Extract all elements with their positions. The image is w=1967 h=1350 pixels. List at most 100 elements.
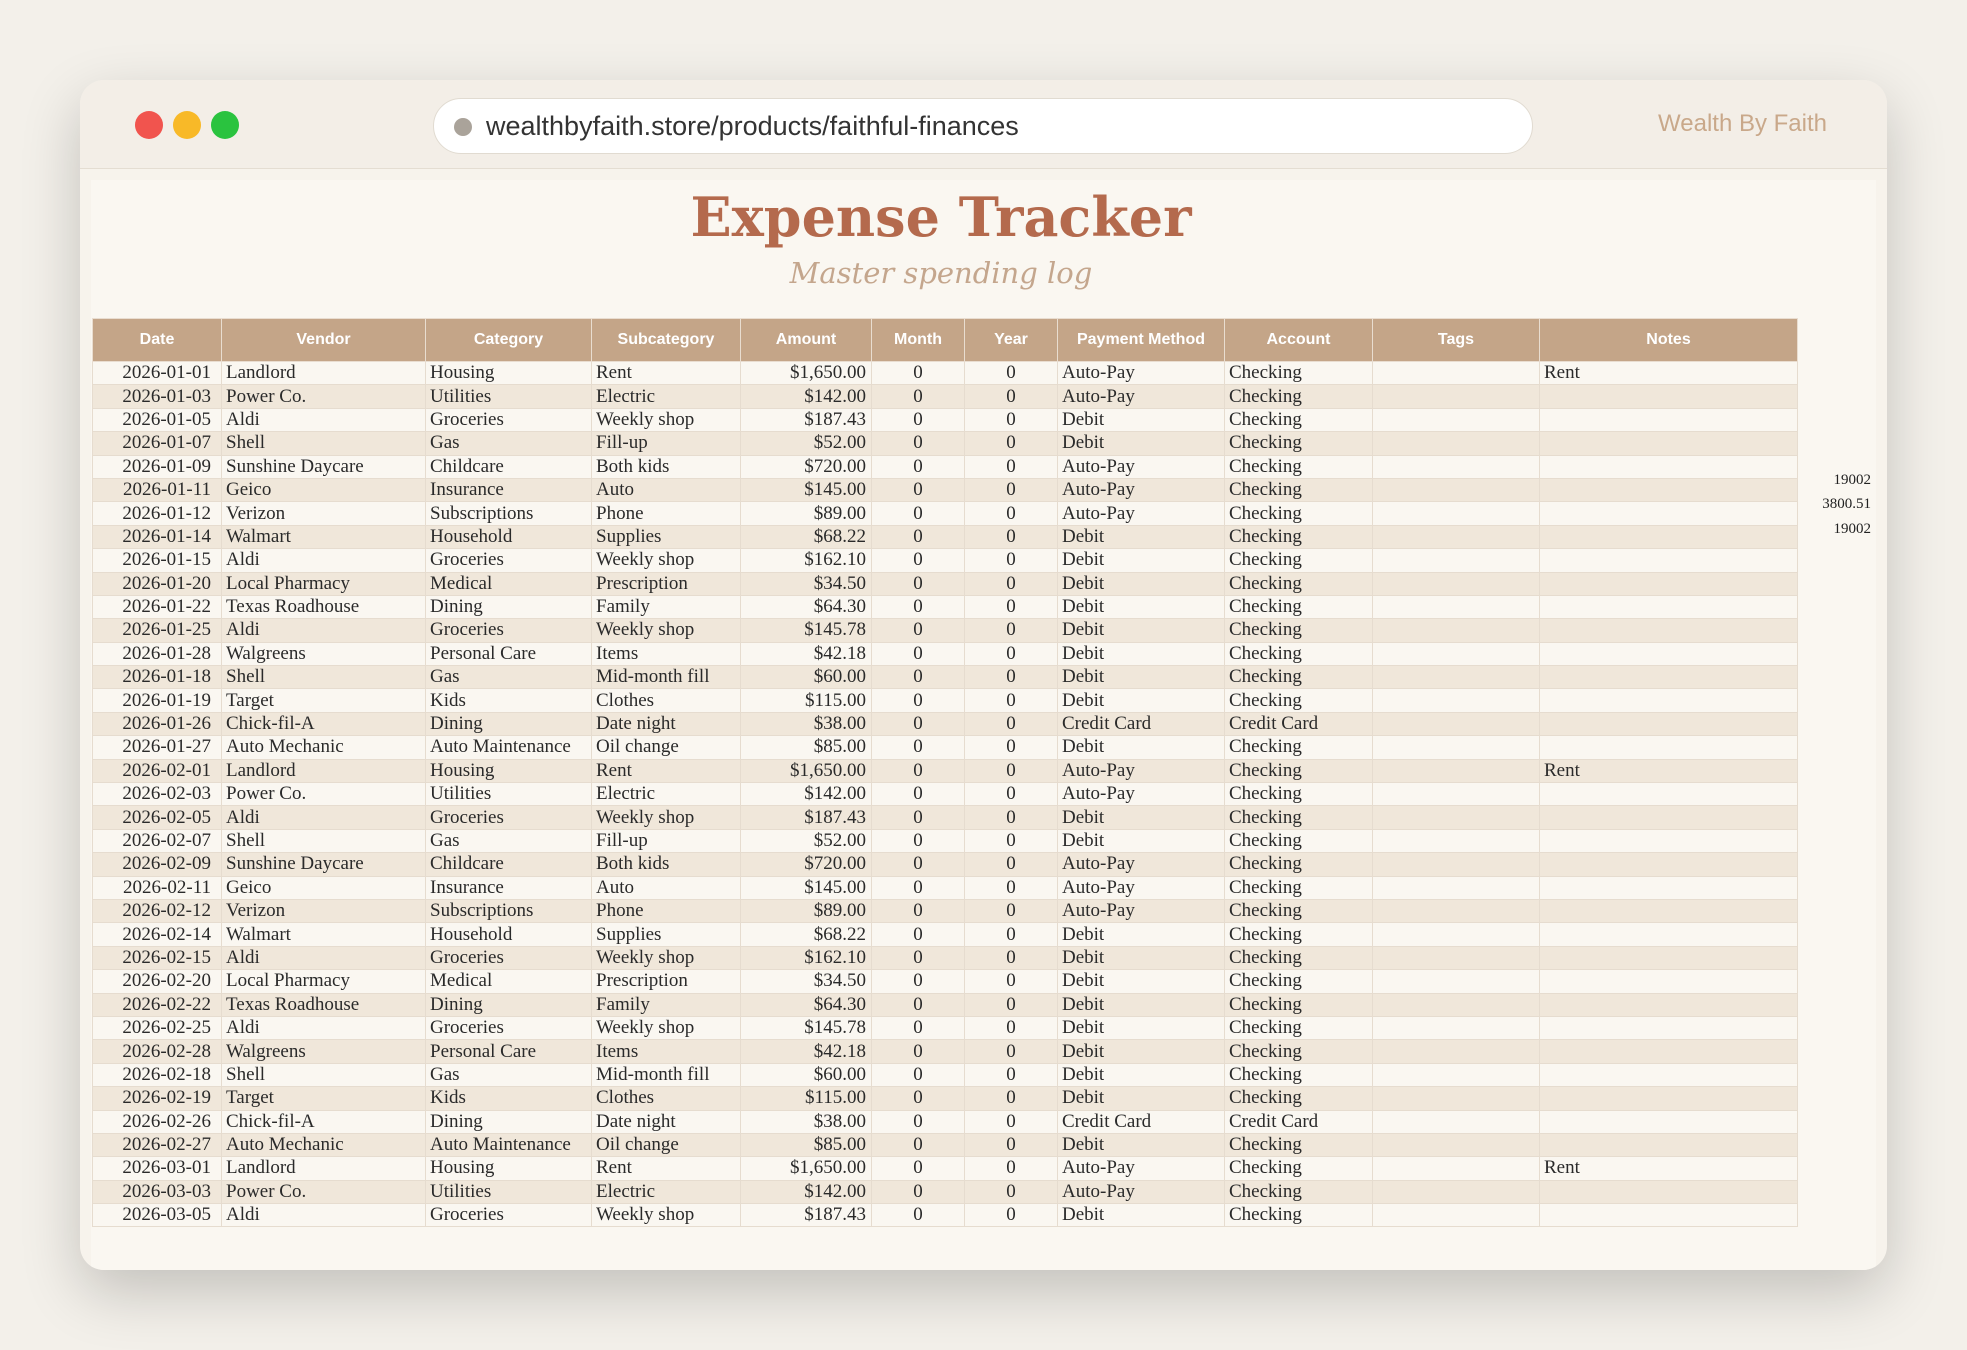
cell-date[interactable]: 2026-02-19 xyxy=(92,1086,222,1111)
cell-account[interactable]: Checking xyxy=(1224,407,1373,433)
cell-amount[interactable]: $60.00 xyxy=(740,1062,872,1088)
cell-account[interactable]: Checking xyxy=(1224,1132,1373,1158)
cell-account[interactable]: Checking xyxy=(1224,1062,1373,1088)
cell-date[interactable]: 2026-03-01 xyxy=(92,1156,222,1181)
cell-date[interactable]: 2026-01-22 xyxy=(92,594,222,620)
site-info-icon[interactable] xyxy=(454,118,472,136)
cell-category[interactable]: Utilities xyxy=(425,1179,592,1205)
cell-notes[interactable] xyxy=(1539,1039,1798,1064)
cell-year[interactable]: 0 xyxy=(964,1179,1058,1205)
cell-year[interactable]: 0 xyxy=(964,688,1058,713)
cell-subcategory[interactable]: Rent xyxy=(591,758,741,784)
cell-category[interactable]: Auto Maintenance xyxy=(425,1132,592,1158)
cell-amount[interactable]: $89.00 xyxy=(740,501,872,526)
cell-account[interactable]: Checking xyxy=(1224,618,1373,643)
cell-notes[interactable] xyxy=(1539,922,1798,947)
cell-account[interactable]: Checking xyxy=(1224,571,1373,596)
cell-amount[interactable]: $115.00 xyxy=(740,688,872,713)
cell-payment-method[interactable]: Auto-Pay xyxy=(1057,454,1225,479)
cell-tags[interactable] xyxy=(1372,1109,1540,1134)
cell-subcategory[interactable]: Weekly shop xyxy=(591,1015,741,1041)
cell-notes[interactable] xyxy=(1539,1132,1798,1158)
cell-account[interactable]: Checking xyxy=(1224,688,1373,713)
cell-amount[interactable]: $85.00 xyxy=(740,1132,872,1158)
cell-vendor[interactable]: Verizon xyxy=(221,501,426,526)
cell-category[interactable]: Gas xyxy=(425,665,592,690)
cell-account[interactable]: Checking xyxy=(1224,735,1373,760)
cell-payment-method[interactable]: Debit xyxy=(1057,618,1225,643)
cell-vendor[interactable]: Verizon xyxy=(221,898,426,924)
cell-month[interactable]: 0 xyxy=(871,735,965,760)
cell-date[interactable]: 2026-02-20 xyxy=(92,969,222,994)
cell-date[interactable]: 2026-01-18 xyxy=(92,665,222,690)
cell-notes[interactable] xyxy=(1539,548,1798,573)
cell-payment-method[interactable]: Debit xyxy=(1057,1039,1225,1064)
cell-payment-method[interactable]: Auto-Pay xyxy=(1057,875,1225,900)
maximize-window-button[interactable] xyxy=(211,111,239,139)
cell-category[interactable]: Household xyxy=(425,524,592,550)
cell-category[interactable]: Dining xyxy=(425,594,592,620)
cell-account[interactable]: Checking xyxy=(1224,454,1373,479)
cell-account[interactable]: Checking xyxy=(1224,1179,1373,1205)
cell-amount[interactable]: $52.00 xyxy=(740,828,872,854)
cell-date[interactable]: 2026-02-25 xyxy=(92,1015,222,1041)
cell-tags[interactable] xyxy=(1372,782,1540,807)
cell-subcategory[interactable]: Clothes xyxy=(591,1086,741,1111)
cell-date[interactable]: 2026-01-09 xyxy=(92,454,222,479)
cell-account[interactable]: Checking xyxy=(1224,524,1373,550)
cell-amount[interactable]: $142.00 xyxy=(740,1179,872,1205)
cell-notes[interactable] xyxy=(1539,1015,1798,1041)
cell-amount[interactable]: $42.18 xyxy=(740,641,872,667)
cell-vendor[interactable]: Geico xyxy=(221,875,426,900)
cell-month[interactable]: 0 xyxy=(871,1179,965,1205)
cell-date[interactable]: 2026-02-27 xyxy=(92,1132,222,1158)
cell-category[interactable]: Groceries xyxy=(425,1015,592,1041)
cell-subcategory[interactable]: Date night xyxy=(591,711,741,737)
cell-category[interactable]: Insurance xyxy=(425,875,592,900)
cell-vendor[interactable]: Aldi xyxy=(221,1203,426,1228)
cell-payment-method[interactable]: Debit xyxy=(1057,571,1225,596)
cell-amount[interactable]: $38.00 xyxy=(740,711,872,737)
cell-payment-method[interactable]: Debit xyxy=(1057,922,1225,947)
cell-date[interactable]: 2026-03-03 xyxy=(92,1179,222,1205)
cell-year[interactable]: 0 xyxy=(964,360,1058,386)
cell-payment-method[interactable]: Debit xyxy=(1057,548,1225,573)
cell-date[interactable]: 2026-01-07 xyxy=(92,431,222,456)
cell-date[interactable]: 2026-02-26 xyxy=(92,1109,222,1134)
cell-payment-method[interactable]: Auto-Pay xyxy=(1057,782,1225,807)
cell-payment-method[interactable]: Debit xyxy=(1057,1203,1225,1228)
cell-category[interactable]: Groceries xyxy=(425,618,592,643)
cell-payment-method[interactable]: Debit xyxy=(1057,805,1225,830)
cell-vendor[interactable]: Texas Roadhouse xyxy=(221,992,426,1017)
cell-subcategory[interactable]: Auto xyxy=(591,875,741,900)
cell-category[interactable]: Subscriptions xyxy=(425,501,592,526)
cell-payment-method[interactable]: Debit xyxy=(1057,665,1225,690)
cell-vendor[interactable]: Landlord xyxy=(221,360,426,386)
minimize-window-button[interactable] xyxy=(173,111,201,139)
cell-year[interactable]: 0 xyxy=(964,641,1058,667)
cell-year[interactable]: 0 xyxy=(964,1156,1058,1181)
cell-payment-method[interactable]: Auto-Pay xyxy=(1057,1179,1225,1205)
cell-date[interactable]: 2026-01-26 xyxy=(92,711,222,737)
cell-tags[interactable] xyxy=(1372,1203,1540,1228)
cell-category[interactable]: Childcare xyxy=(425,454,592,479)
column-header-month[interactable]: Month xyxy=(871,318,965,362)
cell-subcategory[interactable]: Phone xyxy=(591,898,741,924)
cell-notes[interactable] xyxy=(1539,828,1798,854)
cell-notes[interactable] xyxy=(1539,1203,1798,1228)
cell-amount[interactable]: $1,650.00 xyxy=(740,1156,872,1181)
cell-month[interactable]: 0 xyxy=(871,501,965,526)
cell-vendor[interactable]: Texas Roadhouse xyxy=(221,594,426,620)
cell-date[interactable]: 2026-01-28 xyxy=(92,641,222,667)
cell-tags[interactable] xyxy=(1372,477,1540,503)
cell-amount[interactable]: $145.78 xyxy=(740,618,872,643)
cell-vendor[interactable]: Chick-fil-A xyxy=(221,711,426,737)
cell-month[interactable]: 0 xyxy=(871,1015,965,1041)
cell-month[interactable]: 0 xyxy=(871,524,965,550)
cell-tags[interactable] xyxy=(1372,1062,1540,1088)
cell-month[interactable]: 0 xyxy=(871,875,965,900)
cell-category[interactable]: Personal Care xyxy=(425,1039,592,1064)
cell-payment-method[interactable]: Auto-Pay xyxy=(1057,501,1225,526)
cell-tags[interactable] xyxy=(1372,501,1540,526)
cell-tags[interactable] xyxy=(1372,1039,1540,1064)
